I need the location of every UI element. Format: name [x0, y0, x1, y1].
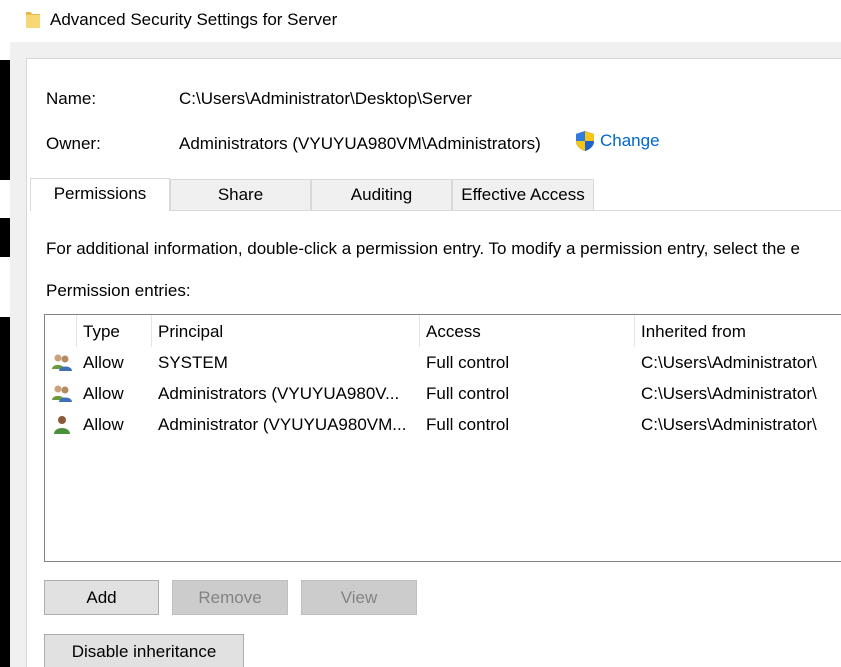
column-header-inherited-from[interactable]: Inherited from	[634, 315, 841, 347]
entry-inherited-from: C:\Users\Administrator\	[641, 353, 817, 372]
entry-type: Allow	[83, 353, 124, 372]
permission-entries-label: Permission entries:	[46, 281, 191, 300]
group-users-icon	[52, 385, 72, 402]
entry-principal: Administrators (VYUYUA980V...	[158, 384, 400, 403]
remove-button[interactable]: Remove	[172, 580, 288, 615]
instructions-text: For additional information, double-click…	[46, 239, 801, 258]
entry-type: Allow	[83, 384, 124, 403]
user-icon	[54, 416, 70, 434]
owner-label: Owner:	[46, 134, 101, 153]
column-header-access[interactable]: Access	[419, 315, 634, 347]
column-header-type[interactable]: Type	[76, 315, 151, 347]
change-owner-link[interactable]: Change	[574, 130, 660, 152]
tab-auditing[interactable]: Auditing	[311, 179, 452, 210]
table-row[interactable]: Allow SYSTEM Full control C:\Users\Admin…	[45, 347, 841, 378]
disable-inheritance-button[interactable]: Disable inheritance	[44, 634, 244, 667]
list-header: Type Principal Access Inherited from	[45, 315, 841, 347]
entry-type: Allow	[83, 415, 124, 434]
entry-access: Full control	[426, 415, 510, 434]
name-label: Name:	[46, 89, 97, 108]
entry-inherited-from: C:\Users\Administrator\	[641, 384, 817, 403]
background-window-strip	[0, 42, 10, 667]
permission-entries-list[interactable]: Type Principal Access Inherited from All…	[44, 314, 841, 562]
tab-permissions[interactable]: Permissions	[30, 178, 170, 211]
title-bar: Advanced Security Settings for Server	[0, 0, 841, 42]
uac-shield-icon	[576, 131, 594, 151]
add-button[interactable]: Add	[44, 580, 159, 615]
entry-access: Full control	[426, 384, 510, 403]
entry-principal: SYSTEM	[158, 353, 228, 372]
column-header-principal[interactable]: Principal	[151, 315, 419, 347]
table-row[interactable]: Allow Administrators (VYUYUA980V... Full…	[45, 378, 841, 409]
tab-share[interactable]: Share	[170, 179, 311, 210]
group-users-icon	[52, 354, 72, 371]
window-title: Advanced Security Settings for Server	[50, 10, 338, 29]
entry-access: Full control	[426, 353, 510, 372]
name-value: C:\Users\Administrator\Desktop\Server	[179, 89, 472, 108]
change-label[interactable]: Change	[600, 131, 660, 151]
owner-value: Administrators (VYUYUA980VM\Administrato…	[179, 134, 541, 153]
tab-effective-access[interactable]: Effective Access	[452, 179, 594, 210]
entry-principal: Administrator (VYUYUA980VM...	[158, 415, 407, 434]
folder-icon	[26, 12, 40, 28]
entry-inherited-from: C:\Users\Administrator\	[641, 415, 817, 434]
table-row[interactable]: Allow Administrator (VYUYUA980VM... Full…	[45, 409, 841, 440]
view-button[interactable]: View	[301, 580, 417, 615]
